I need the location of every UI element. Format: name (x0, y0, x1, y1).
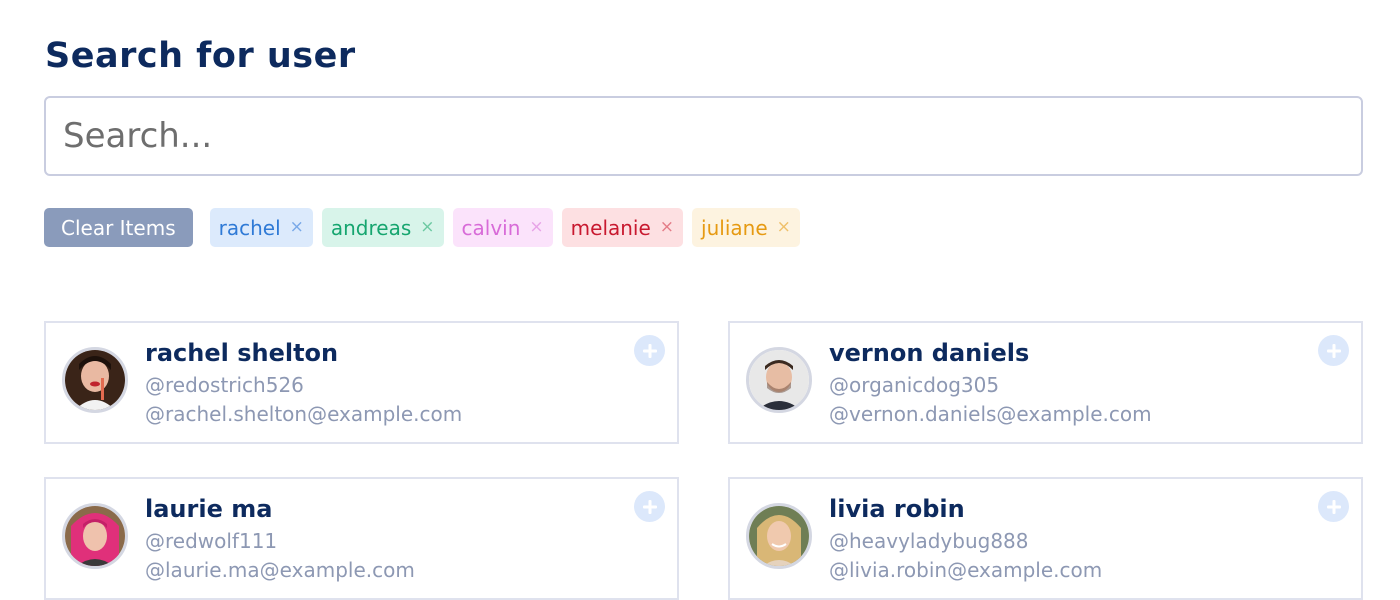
rachel-avatar (65, 350, 125, 410)
user-handle: @heavyladybug888 (829, 529, 1029, 553)
avatar (746, 503, 812, 569)
selected-items-bar: Clear Items rachel × andreas × calvin × … (44, 208, 800, 247)
add-user-button[interactable] (1318, 491, 1349, 522)
chip-melanie: melanie × (561, 208, 684, 247)
add-user-button[interactable] (634, 491, 665, 522)
user-card[interactable]: livia robin @heavyladybug888 @livia.robi… (728, 477, 1363, 600)
chip-label: rachel (218, 215, 281, 240)
laurie-avatar (65, 506, 125, 566)
add-user-button[interactable] (634, 335, 665, 366)
user-card[interactable]: laurie ma @redwolf111 @laurie.ma@example… (44, 477, 679, 600)
chip-juliane: juliane × (692, 208, 800, 247)
user-email: @livia.robin@example.com (829, 558, 1103, 582)
clear-items-button[interactable]: Clear Items (44, 208, 193, 247)
user-name: vernon daniels (829, 339, 1030, 367)
close-icon[interactable]: × (290, 219, 304, 236)
user-email: @vernon.daniels@example.com (829, 402, 1152, 426)
plus-circle-icon (642, 499, 657, 514)
user-handle: @redostrich526 (145, 373, 304, 397)
chip-label: juliane (701, 215, 768, 240)
user-email: @rachel.shelton@example.com (145, 402, 463, 426)
plus-circle-icon (1326, 343, 1341, 358)
avatar (746, 347, 812, 413)
close-icon[interactable]: × (660, 219, 674, 236)
chip-label: melanie (570, 215, 651, 240)
plus-circle-icon (642, 343, 657, 358)
page-title: Search for user (45, 36, 356, 76)
user-name: livia robin (829, 495, 965, 523)
vernon-avatar (749, 350, 809, 410)
user-name: rachel shelton (145, 339, 339, 367)
search-input[interactable] (46, 98, 1361, 174)
user-handle: @redwolf111 (145, 529, 278, 553)
chip-andreas: andreas × (321, 208, 444, 247)
avatar (62, 503, 128, 569)
plus-circle-icon (1326, 499, 1341, 514)
user-name: laurie ma (145, 495, 273, 523)
user-email: @laurie.ma@example.com (145, 558, 415, 582)
search-box[interactable] (44, 96, 1363, 176)
user-handle: @organicdog305 (829, 373, 1000, 397)
chip-label: calvin (461, 215, 521, 240)
close-icon[interactable]: × (777, 219, 791, 236)
chip-label: andreas (330, 215, 412, 240)
add-user-button[interactable] (1318, 335, 1349, 366)
avatar (62, 347, 128, 413)
chip-calvin: calvin × (452, 208, 553, 247)
livia-avatar (749, 506, 809, 566)
close-icon[interactable]: × (420, 219, 434, 236)
chip-rachel: rachel × (209, 208, 313, 247)
user-card[interactable]: vernon daniels @organicdog305 @vernon.da… (728, 321, 1363, 444)
user-card[interactable]: rachel shelton @redostrich526 @rachel.sh… (44, 321, 679, 444)
close-icon[interactable]: × (529, 219, 543, 236)
